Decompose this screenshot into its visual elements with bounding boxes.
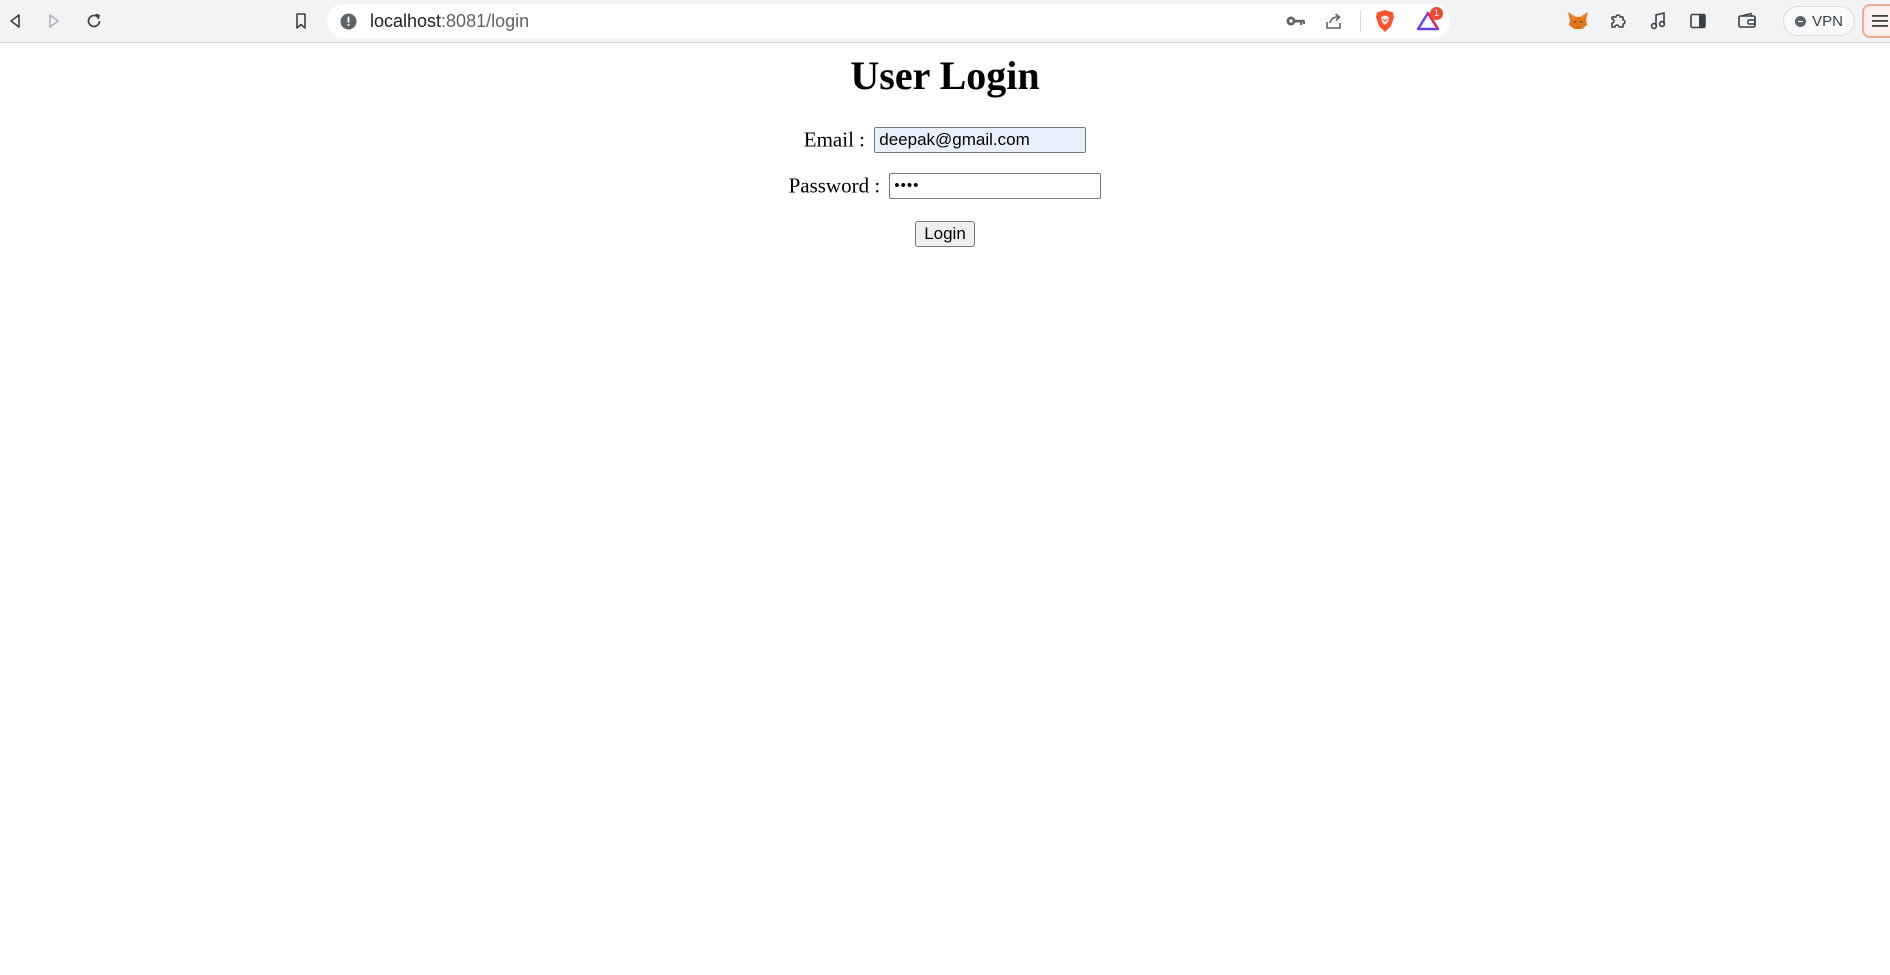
login-button[interactable]: Login <box>915 221 975 247</box>
address-bar[interactable]: localhost:8081/login 1 <box>327 4 1450 38</box>
rewards-badge: 1 <box>1430 7 1443 20</box>
url-path: :8081/login <box>441 11 530 31</box>
media-button[interactable] <box>1643 6 1673 36</box>
site-info-icon[interactable] <box>340 13 357 35</box>
reload-button[interactable] <box>79 6 109 36</box>
page-title: User Login <box>850 53 1040 98</box>
key-icon[interactable] <box>1285 12 1307 35</box>
forward-button[interactable] <box>39 6 69 36</box>
music-note-icon <box>1650 11 1666 30</box>
url-host: localhost <box>370 11 442 31</box>
main-menu-button[interactable] <box>1862 4 1890 38</box>
login-row: Login <box>0 220 1890 247</box>
vpn-label: VPN <box>1812 12 1843 30</box>
url-text[interactable]: localhost:8081/login <box>370 4 529 38</box>
urlbar-divider <box>1360 10 1361 32</box>
brave-shields-icon[interactable] <box>1374 9 1396 38</box>
brave-rewards-icon[interactable]: 1 <box>1416 7 1443 36</box>
metamask-fox-icon <box>1568 12 1588 29</box>
wallet-icon <box>1738 12 1756 28</box>
browser-toolbar: localhost:8081/login 1 VPN <box>0 0 1890 43</box>
reload-icon <box>87 13 101 28</box>
page-content: User Login Email : deepak@gmail.com Pass… <box>0 44 1890 975</box>
back-button[interactable] <box>0 6 30 36</box>
password-input[interactable]: •••• <box>889 173 1102 200</box>
metamask-button[interactable] <box>1563 6 1593 36</box>
email-input[interactable]: deepak@gmail.com <box>874 127 1087 154</box>
password-label: Password : <box>788 173 881 198</box>
wallet-button[interactable] <box>1732 6 1762 36</box>
puzzle-icon <box>1611 14 1626 28</box>
extensions-button[interactable] <box>1603 6 1633 36</box>
email-label: Email : <box>803 127 865 152</box>
sidebar-button[interactable] <box>1683 6 1713 36</box>
bookmark-button[interactable] <box>286 6 316 36</box>
bookmark-icon <box>296 13 306 29</box>
sidebar-icon <box>1690 13 1706 29</box>
vpn-button[interactable]: VPN <box>1783 6 1855 36</box>
hamburger-menu-icon <box>1872 15 1888 27</box>
forward-icon <box>49 14 59 28</box>
back-icon <box>10 14 20 28</box>
password-row: Password : •••• <box>0 172 1890 200</box>
email-row: Email : deepak@gmail.com <box>0 126 1890 154</box>
vpn-status-icon <box>1795 15 1807 27</box>
share-icon[interactable] <box>1324 11 1344 36</box>
